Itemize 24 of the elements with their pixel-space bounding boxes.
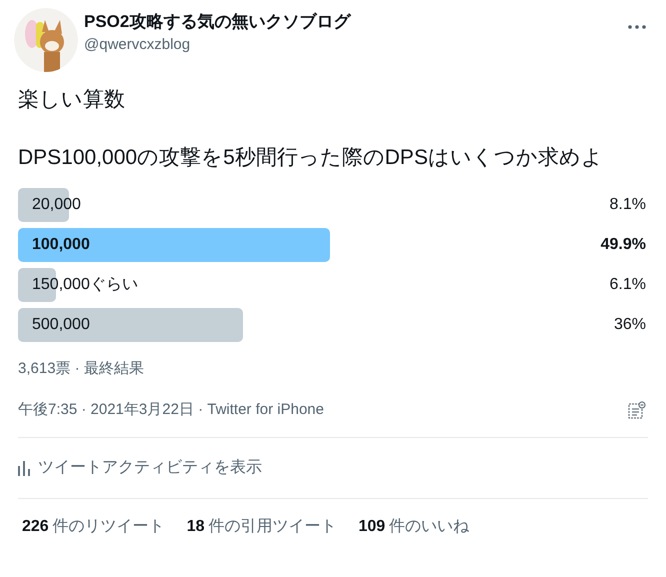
- stat-count[interactable]: 226: [22, 515, 49, 539]
- stat-label[interactable]: 件の引用ツイート: [208, 515, 336, 539]
- poll-option-label: 150,000ぐらい: [31, 275, 138, 295]
- poll-option-label: 100,000: [31, 235, 90, 255]
- author-name[interactable]: PSO2攻略する気の無いクソブログ: [84, 10, 628, 34]
- stat-label[interactable]: 件のリツイート: [52, 515, 165, 539]
- tweet-timestamp[interactable]: 午後7:35 · 2021年3月22日 · Twitter for iPhone: [18, 398, 324, 421]
- stat-label[interactable]: 件のいいね: [389, 515, 470, 539]
- poll-percent: 8.1%: [610, 195, 647, 215]
- poll-option-label: 20,000: [31, 195, 81, 215]
- stat-count[interactable]: 18: [186, 515, 204, 539]
- poll-percent: 36%: [614, 315, 647, 335]
- poll-option-label: 500,000: [31, 315, 90, 335]
- document-icon[interactable]: [628, 400, 646, 419]
- tweet-text: DPS100,000の攻撃を5秒間行った際のDPSはいくつか求めよ: [18, 145, 604, 171]
- bar-chart-icon: [18, 460, 30, 476]
- tweet-text: 楽しい算数: [18, 87, 126, 113]
- tweet-activity-link[interactable]: ツイートアクティビティを表示: [38, 456, 262, 480]
- stat-count[interactable]: 109: [358, 515, 386, 539]
- more-icon[interactable]: [628, 25, 646, 29]
- poll-summary: 3,613票 · 最終結果: [18, 359, 145, 379]
- poll-percent: 6.1%: [610, 275, 647, 295]
- author-handle[interactable]: @qwervcxzblog: [84, 34, 628, 56]
- poll-percent: 49.9%: [600, 235, 647, 255]
